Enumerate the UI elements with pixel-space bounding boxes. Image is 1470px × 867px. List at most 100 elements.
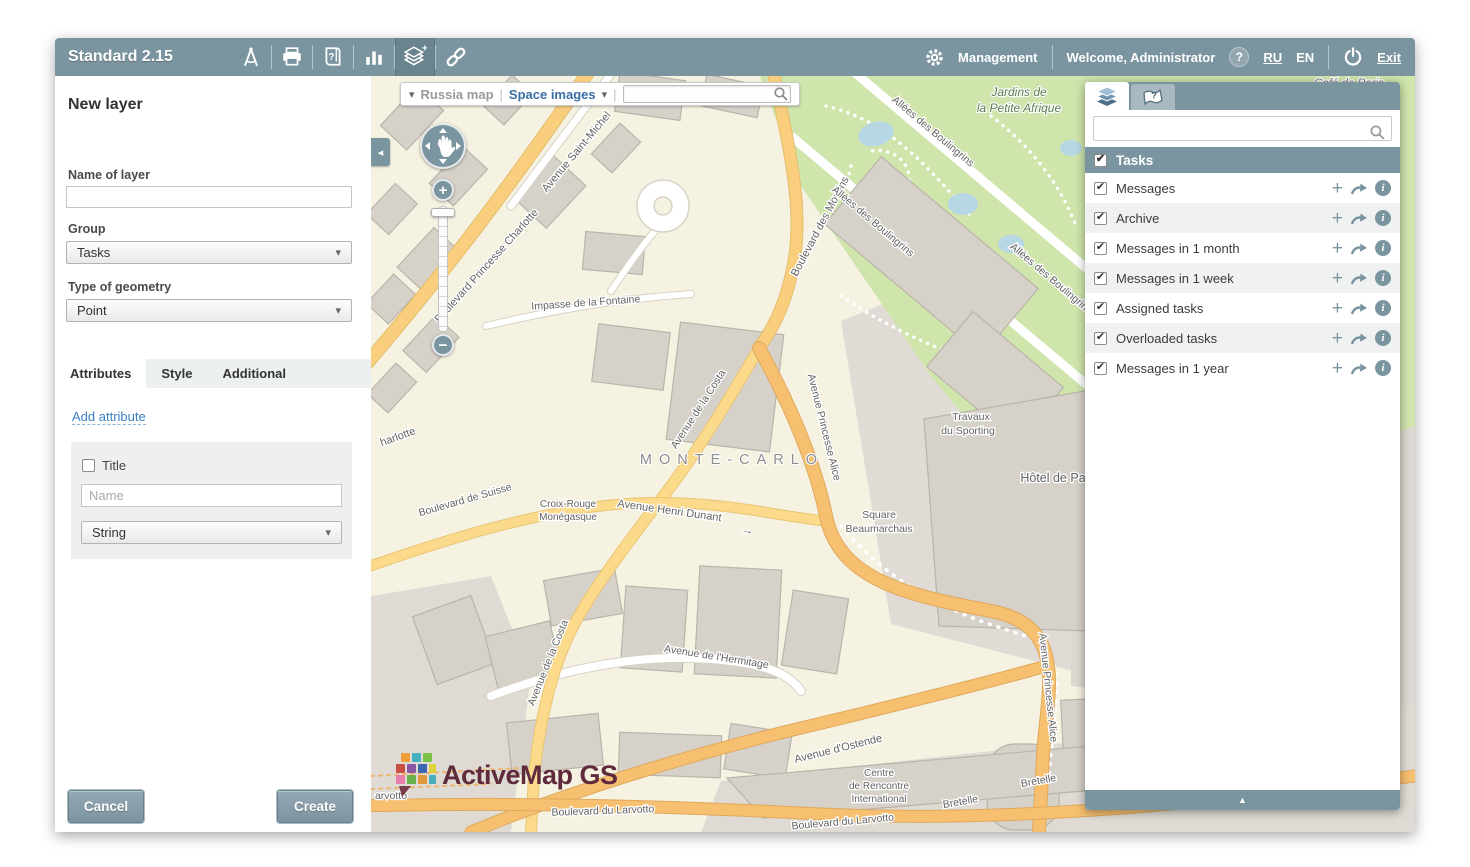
go-to-layer-icon[interactable] <box>1350 362 1368 375</box>
activemap-logo-icon <box>395 752 437 798</box>
go-to-layer-icon[interactable] <box>1350 332 1368 345</box>
layer-row[interactable]: Archive <box>1085 203 1400 233</box>
svg-text:?: ? <box>328 52 334 63</box>
layer-row[interactable]: Assigned tasks <box>1085 293 1400 323</box>
group-checkbox[interactable] <box>1094 154 1107 167</box>
layer-row[interactable]: Overloaded tasks <box>1085 323 1400 353</box>
go-to-layer-icon[interactable] <box>1350 272 1368 285</box>
tab-layers[interactable] <box>1085 82 1129 110</box>
layer-checkbox[interactable] <box>1094 212 1107 225</box>
measure-tool-button[interactable] <box>231 38 271 76</box>
map-layer-bar: ▾ Russia map | Space images ▾ | <box>400 82 800 106</box>
help-badge[interactable]: ? <box>1229 47 1249 67</box>
top-toolbar: Standard 2.15 ? + <box>55 38 1415 76</box>
create-button[interactable]: Create <box>277 790 353 823</box>
add-object-icon[interactable] <box>1332 299 1343 318</box>
add-object-icon[interactable] <box>1332 239 1343 258</box>
chevron-down-icon[interactable]: ▾ <box>409 88 415 101</box>
base-layer-selector[interactable]: Russia map <box>421 87 494 102</box>
printer-icon <box>281 47 303 67</box>
panel-title: New layer <box>68 96 143 114</box>
layer-name-input[interactable] <box>66 186 352 208</box>
attribute-name-input[interactable] <box>81 484 342 507</box>
layer-row[interactable]: Messages in 1 month <box>1085 233 1400 263</box>
attribute-type-select[interactable]: String ▾ <box>81 521 342 544</box>
chevron-down-icon[interactable]: ▾ <box>602 88 608 101</box>
lang-ru-link[interactable]: RU <box>1263 50 1282 65</box>
print-button[interactable] <box>272 38 312 76</box>
tab-attributes[interactable]: Attributes <box>55 359 146 388</box>
measure-compass-icon <box>241 46 261 68</box>
geometry-select[interactable]: Point ▾ <box>66 299 352 322</box>
name-of-layer-label: Name of layer <box>68 168 150 182</box>
statistics-button[interactable] <box>354 38 394 76</box>
map-label: MONTE-CARLO <box>640 452 824 468</box>
title-checkbox[interactable] <box>82 459 95 472</box>
info-icon[interactable] <box>1375 180 1391 196</box>
group-select[interactable]: Tasks ▾ <box>66 241 352 264</box>
tab-legend[interactable]: ? <box>1131 84 1175 110</box>
layer-row[interactable]: Messages in 1 week <box>1085 263 1400 293</box>
link-icon <box>444 45 468 69</box>
layer-label: Messages in 1 month <box>1116 241 1240 256</box>
zoom-in-button[interactable]: + <box>432 179 454 201</box>
layer-checkbox[interactable] <box>1094 332 1107 345</box>
map-label: la Petite Afrique <box>977 101 1062 115</box>
legend-page-icon: ? <box>1141 87 1165 107</box>
layer-label: Overloaded tasks <box>1116 331 1217 346</box>
add-object-icon[interactable] <box>1332 359 1343 378</box>
group-select-value: Tasks <box>77 245 110 260</box>
add-object-icon[interactable] <box>1332 329 1343 348</box>
go-to-layer-icon[interactable] <box>1350 212 1368 225</box>
map-search-input[interactable] <box>623 85 791 103</box>
add-object-icon[interactable] <box>1332 179 1343 198</box>
management-link[interactable]: Management <box>958 50 1037 65</box>
lang-en-link[interactable]: EN <box>1296 50 1314 65</box>
map-label: Monégasque <box>539 512 597 523</box>
add-object-icon[interactable] <box>1332 209 1343 228</box>
tab-style[interactable]: Style <box>146 359 207 388</box>
zoom-out-button[interactable]: − <box>432 334 454 356</box>
add-layer-button[interactable]: + <box>395 38 435 76</box>
layers-panel-collapse[interactable]: ▲ <box>1085 790 1400 810</box>
help-book-button[interactable]: ? <box>313 38 353 76</box>
layer-checkbox[interactable] <box>1094 242 1107 255</box>
toolbar-right: Management Welcome, Administrator ? RU E… <box>925 38 1401 76</box>
tab-additional[interactable]: Additional <box>207 359 301 388</box>
layer-checkbox[interactable] <box>1094 272 1107 285</box>
go-to-layer-icon[interactable] <box>1350 242 1368 255</box>
layers-icon <box>1094 85 1120 107</box>
layer-label: Messages in 1 week <box>1116 271 1234 286</box>
go-to-layer-icon[interactable] <box>1350 182 1368 195</box>
layer-row[interactable]: Messages in 1 year <box>1085 353 1400 383</box>
collapse-panel-button[interactable]: ◂ <box>371 138 390 166</box>
toolbar-tools: ? + <box>231 38 476 76</box>
search-icon[interactable] <box>1369 124 1386 141</box>
info-icon[interactable] <box>1375 210 1391 226</box>
info-icon[interactable] <box>1375 300 1391 316</box>
activemap-logo: ActiveMap GS <box>395 752 618 798</box>
info-icon[interactable] <box>1375 360 1391 376</box>
layer-checkbox[interactable] <box>1094 302 1107 315</box>
layer-label: Messages <box>1116 181 1175 196</box>
pan-control[interactable] <box>420 123 466 169</box>
share-link-button[interactable] <box>436 38 476 76</box>
search-icon[interactable] <box>773 86 789 102</box>
layer-checkbox[interactable] <box>1094 182 1107 195</box>
layer-row[interactable]: Messages <box>1085 173 1400 203</box>
info-icon[interactable] <box>1375 240 1391 256</box>
add-object-icon[interactable] <box>1332 269 1343 288</box>
info-icon[interactable] <box>1375 270 1391 286</box>
add-attribute-link[interactable]: Add attribute <box>72 409 146 425</box>
layers-search-input[interactable] <box>1093 116 1392 141</box>
geometry-type-label: Type of geometry <box>68 280 171 294</box>
exit-link[interactable]: Exit <box>1377 50 1401 65</box>
info-icon[interactable] <box>1375 330 1391 346</box>
zoom-slider-handle[interactable] <box>431 208 455 217</box>
zoom-slider-track[interactable] <box>438 206 448 332</box>
go-to-layer-icon[interactable] <box>1350 302 1368 315</box>
overlay-layer-selector[interactable]: Space images <box>509 87 596 102</box>
layer-checkbox[interactable] <box>1094 362 1107 375</box>
map-label: Centre <box>864 768 894 779</box>
cancel-button[interactable]: Cancel <box>68 790 144 823</box>
